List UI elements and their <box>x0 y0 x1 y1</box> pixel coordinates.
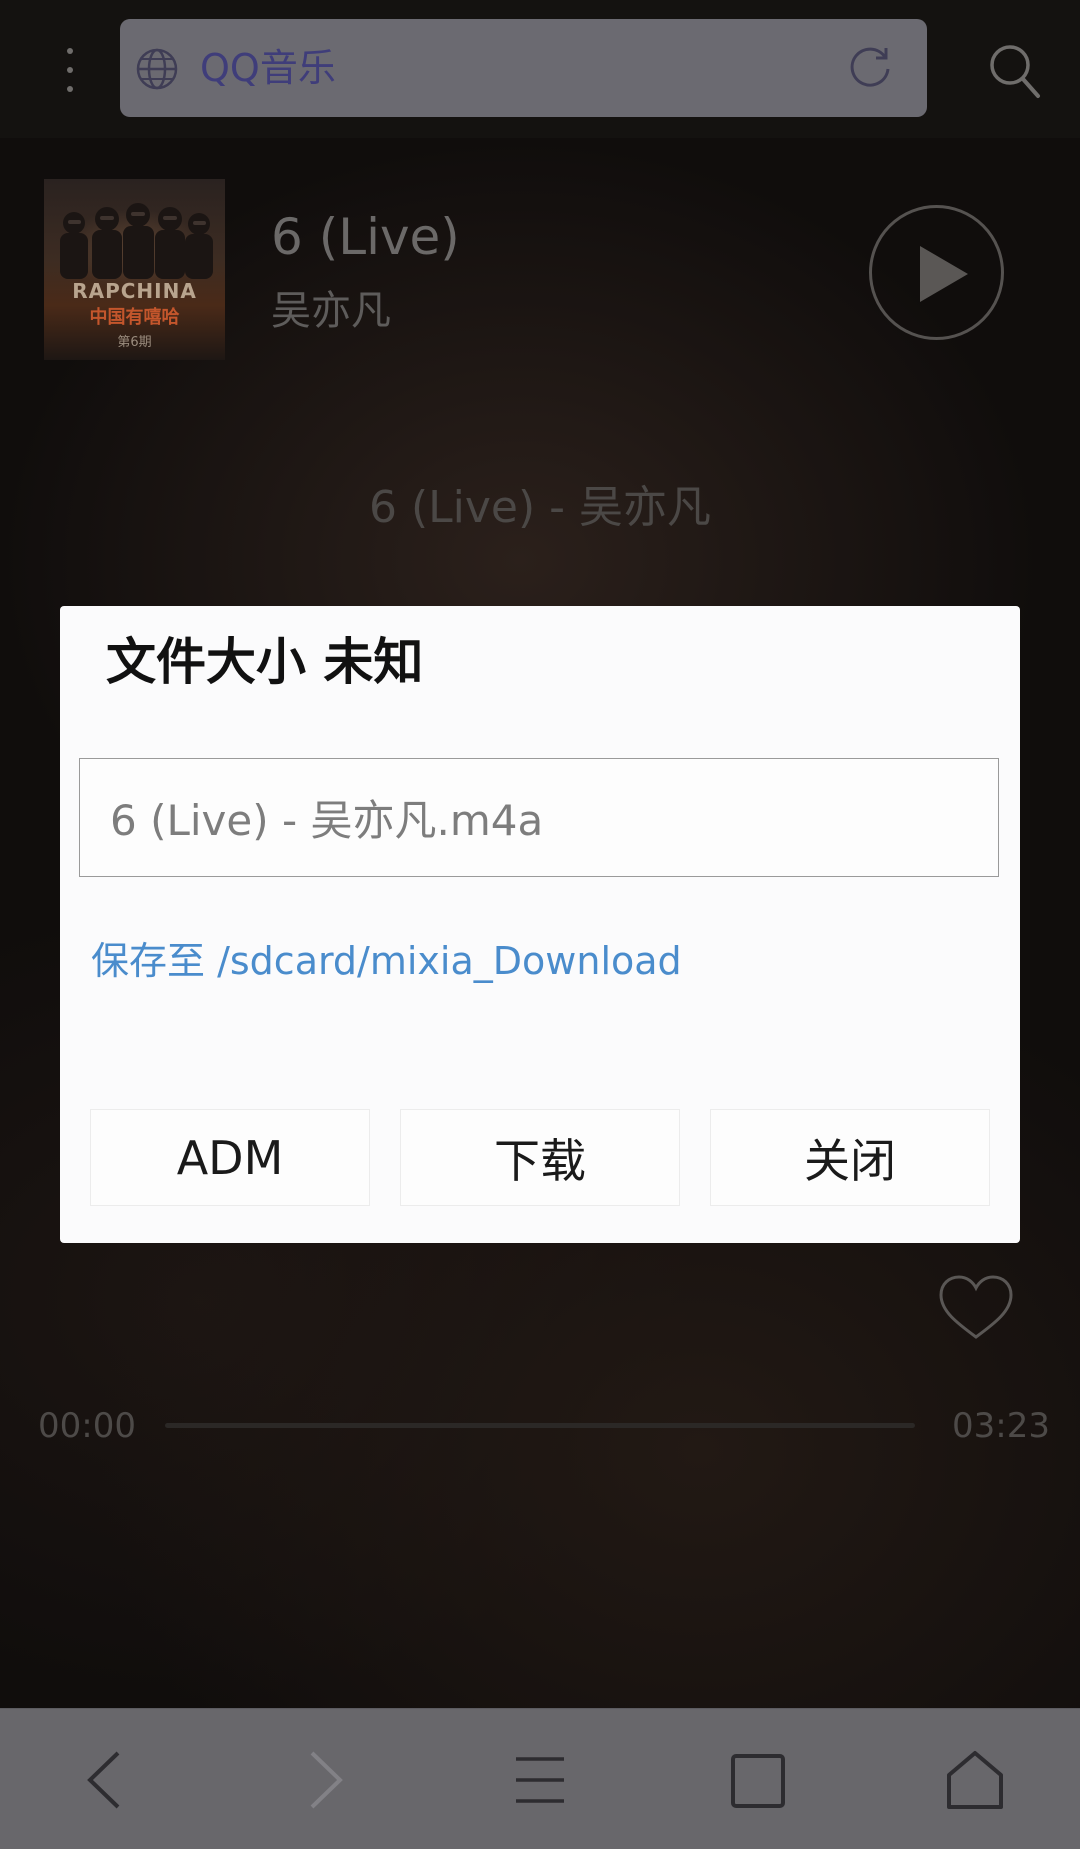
dialog-title: 文件大小 未知 <box>106 633 424 691</box>
menu-dots-icon[interactable] <box>60 48 80 92</box>
filename-field[interactable] <box>79 758 999 877</box>
save-path-link[interactable]: 保存至 /sdcard/mixia_Download <box>91 936 682 986</box>
progress-slider[interactable] <box>165 1423 915 1428</box>
album-title-text: RAPCHINA <box>72 279 197 303</box>
back-icon[interactable] <box>80 1749 130 1811</box>
lyric-line: 6 (Live) - 吴亦凡 <box>368 482 711 533</box>
screen: QQ音乐 RAPCHINA 中国有嘻哈 第6期 6 (Live) 吴亦凡 6 (… <box>0 0 1080 1849</box>
album-cover[interactable]: RAPCHINA 中国有嘻哈 第6期 <box>44 179 225 360</box>
time-total: 03:23 <box>952 1406 1050 1446</box>
tabs-icon[interactable] <box>730 1753 786 1809</box>
browser-toolbar: QQ音乐 <box>0 0 1080 138</box>
menu-icon[interactable] <box>512 1755 568 1805</box>
url-text: QQ音乐 <box>200 46 336 90</box>
address-bar[interactable]: QQ音乐 <box>120 19 927 117</box>
heart-icon[interactable] <box>937 1273 1015 1343</box>
song-title: 6 (Live) <box>271 208 460 266</box>
download-dialog: 文件大小 未知 保存至 /sdcard/mixia_Download ADM 下… <box>60 606 1020 1243</box>
globe-icon <box>136 48 178 90</box>
search-icon[interactable] <box>987 42 1041 100</box>
refresh-icon[interactable] <box>847 43 895 91</box>
album-figures <box>60 203 213 279</box>
song-artist: 吴亦凡 <box>271 288 391 334</box>
time-current: 00:00 <box>38 1406 136 1446</box>
adm-button[interactable]: ADM <box>90 1109 370 1206</box>
album-episode-text: 第6期 <box>117 335 152 350</box>
close-button[interactable]: 关闭 <box>710 1109 990 1206</box>
play-icon <box>920 246 968 302</box>
home-icon[interactable] <box>945 1749 1005 1811</box>
album-subtitle-text: 中国有嘻哈 <box>89 307 180 328</box>
download-button[interactable]: 下载 <box>400 1109 680 1206</box>
play-button[interactable] <box>869 205 1004 340</box>
bottom-nav-bar <box>0 1708 1080 1849</box>
forward-icon[interactable] <box>300 1749 350 1811</box>
